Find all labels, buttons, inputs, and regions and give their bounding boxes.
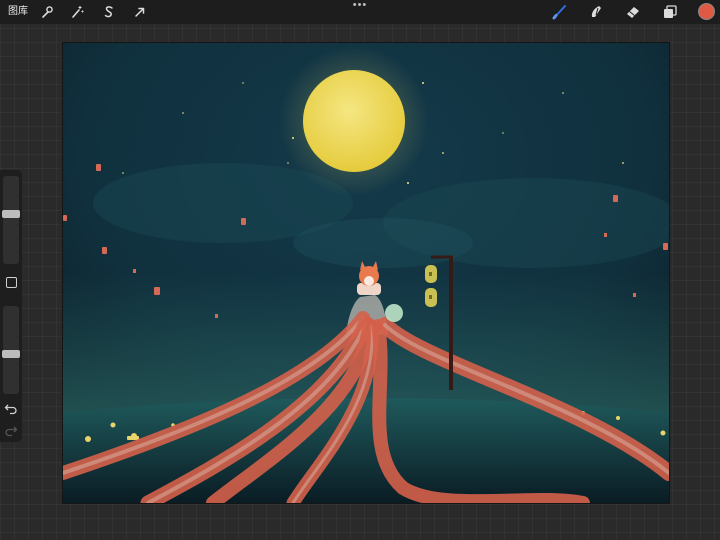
smudge-icon[interactable] bbox=[587, 3, 605, 21]
arrow-cursor-icon[interactable] bbox=[131, 3, 149, 21]
magic-wand-icon[interactable] bbox=[68, 3, 86, 21]
current-color-swatch[interactable] bbox=[698, 3, 715, 20]
brush-icon[interactable] bbox=[551, 3, 569, 21]
modify-square-button[interactable] bbox=[6, 277, 17, 288]
gallery-button[interactable]: 图库 bbox=[8, 5, 28, 19]
opacity-slider[interactable] bbox=[2, 306, 20, 394]
undo-icon[interactable] bbox=[4, 402, 18, 415]
wrench-icon[interactable] bbox=[38, 3, 56, 21]
selection-s-icon[interactable] bbox=[100, 3, 118, 21]
drawing-canvas[interactable] bbox=[63, 43, 669, 503]
moon bbox=[303, 70, 405, 172]
brush-size-thumb[interactable] bbox=[2, 210, 20, 218]
top-toolbar: 图库 ••• bbox=[0, 0, 720, 24]
eraser-icon[interactable] bbox=[624, 3, 642, 21]
more-options-dots[interactable]: ••• bbox=[350, 0, 370, 11]
night-sky-painting bbox=[63, 43, 669, 503]
brush-size-slider[interactable] bbox=[2, 176, 20, 264]
left-sidebar bbox=[0, 170, 22, 442]
round-lantern bbox=[385, 304, 403, 322]
opacity-thumb[interactable] bbox=[2, 350, 20, 358]
layers-icon[interactable] bbox=[661, 3, 679, 21]
redo-icon[interactable] bbox=[4, 424, 18, 437]
